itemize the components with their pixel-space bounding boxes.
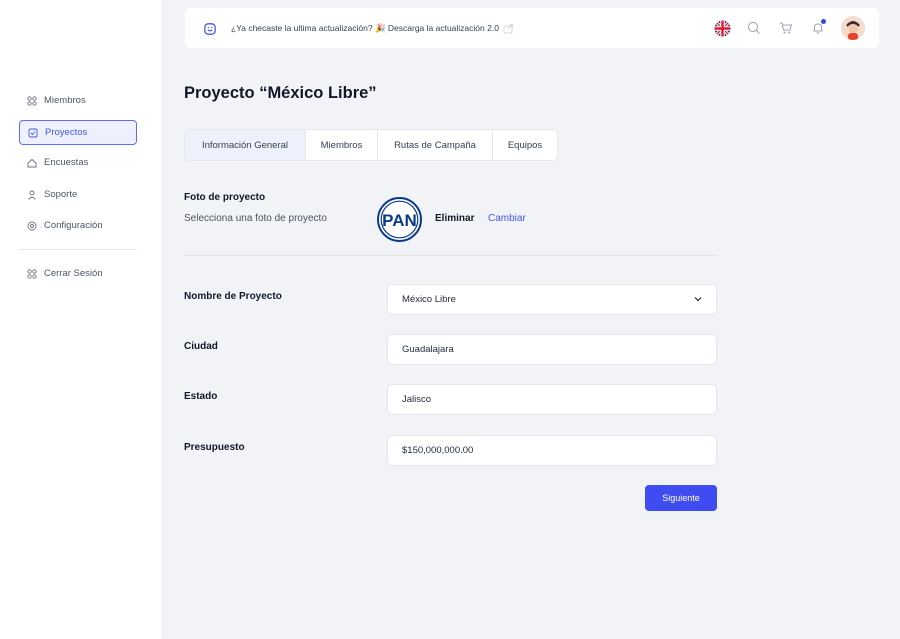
- grid-icon: [27, 268, 37, 279]
- project-name-select[interactable]: México Libre: [387, 284, 717, 315]
- sidebar: Miembros Proyectos Encuestas Soporte Con…: [0, 0, 161, 639]
- sidebar-item-miembros[interactable]: Miembros: [19, 88, 137, 113]
- sidebar-item-soporte[interactable]: Soporte: [19, 182, 137, 207]
- announcement-text: ¿Ya checaste la ultima actualización? 🎉 …: [231, 22, 499, 33]
- search-icon[interactable]: [745, 19, 763, 37]
- project-name-label: Nombre de Proyecto: [184, 291, 282, 302]
- budget-label: Presupuesto: [184, 442, 245, 453]
- user-icon: [27, 190, 37, 200]
- top-bar-icons: [713, 16, 865, 40]
- grid-icon: [27, 95, 37, 106]
- city-input[interactable]: Guadalajara: [387, 334, 717, 365]
- tab-equipos[interactable]: Equipos: [493, 130, 557, 160]
- sidebar-item-label: Configuración: [44, 220, 103, 231]
- sidebar-item-proyectos[interactable]: Proyectos: [19, 120, 137, 145]
- home-icon: [27, 158, 37, 168]
- tab-rutas-de-campana[interactable]: Rutas de Campaña: [378, 130, 493, 160]
- tab-informacion-general[interactable]: Información General: [185, 130, 306, 160]
- sidebar-divider: [19, 249, 137, 250]
- top-bar: ¿Ya checaste la ultima actualización? 🎉 …: [185, 8, 879, 48]
- page-title: Proyecto “México Libre”: [184, 84, 377, 102]
- cart-icon[interactable]: [777, 19, 795, 37]
- sidebar-item-label: Miembros: [44, 95, 86, 106]
- sidebar-item-logout[interactable]: Cerrar Sesión: [19, 261, 137, 286]
- sidebar-item-label: Cerrar Sesión: [44, 268, 103, 279]
- sidebar-item-encuestas[interactable]: Encuestas: [19, 150, 137, 175]
- share-icon[interactable]: [503, 23, 514, 34]
- main-content: ¿Ya checaste la ultima actualización? 🎉 …: [161, 0, 900, 639]
- project-logo: PAN: [377, 197, 422, 242]
- sidebar-item-configuracion[interactable]: Configuración: [19, 213, 137, 238]
- photo-section-subtitle: Selecciona una foto de proyecto: [184, 213, 327, 224]
- tab-miembros[interactable]: Miembros: [306, 130, 378, 160]
- sidebar-item-label: Encuestas: [44, 157, 89, 168]
- update-badge-icon: [204, 22, 216, 40]
- announcement-banner[interactable]: ¿Ya checaste la ultima actualización? 🎉 …: [231, 8, 514, 48]
- chevron-down-icon: [694, 294, 702, 305]
- budget-input[interactable]: $150,000,000.00: [387, 435, 717, 466]
- bell-icon[interactable]: [809, 19, 827, 37]
- next-button[interactable]: Siguiente: [645, 485, 717, 511]
- sidebar-item-label: Proyectos: [45, 127, 88, 138]
- state-input[interactable]: Jalisco: [387, 384, 717, 415]
- clipboard-icon: [28, 128, 38, 138]
- avatar[interactable]: [841, 16, 865, 40]
- section-divider: [184, 255, 717, 256]
- logo-text: PAN: [382, 211, 417, 230]
- sidebar-item-label: Soporte: [44, 189, 78, 200]
- delete-photo-button[interactable]: Eliminar: [435, 213, 474, 224]
- tab-bar: Información General Miembros Rutas de Ca…: [184, 129, 558, 161]
- settings-icon: [27, 221, 37, 231]
- uk-flag-icon[interactable]: [713, 19, 731, 37]
- city-label: Ciudad: [184, 341, 218, 352]
- photo-section-title: Foto de proyecto: [184, 192, 266, 203]
- notification-dot: [821, 19, 826, 24]
- change-photo-button[interactable]: Cambiar: [488, 213, 526, 224]
- state-label: Estado: [184, 391, 218, 402]
- project-name-value: México Libre: [402, 294, 456, 305]
